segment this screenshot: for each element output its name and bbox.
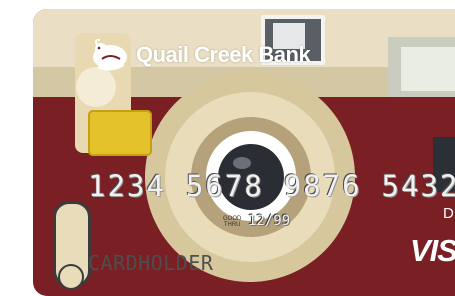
visa-logo-text: VISA [410, 233, 455, 268]
visa-logo: VISA [410, 233, 455, 269]
card-art-slider-knob [58, 264, 84, 290]
card-number: 1234 5678 9876 5432 [88, 169, 455, 203]
good-thru-label: GOOD THRU [223, 216, 241, 228]
card-number-group-4: 5432 [381, 169, 455, 203]
card-number-group-2: 5678 [185, 169, 264, 203]
cardholder-name: CARDHOLDER [88, 251, 214, 275]
emv-chip-icon [88, 110, 152, 156]
card-type-label: DEBIT [443, 205, 455, 222]
debit-card: Quail Creek Bank 1234 5678 9876 5432 GOOD T… [33, 9, 455, 296]
expiry-date: 12/99 [248, 213, 291, 229]
card-art-flash-glass [401, 47, 455, 91]
bank-name: Quail Creek Bank [136, 42, 311, 67]
card-art-knob [76, 67, 116, 107]
card-number-group-1: 1234 [88, 169, 166, 203]
bank-logo: Quail Creek Bank [88, 37, 311, 73]
card-number-group-3: 9876 [283, 169, 362, 203]
quail-bird-icon [93, 38, 127, 71]
good-thru-label-line-2: THRU [223, 222, 241, 228]
camera-lens-highlight [233, 157, 251, 169]
